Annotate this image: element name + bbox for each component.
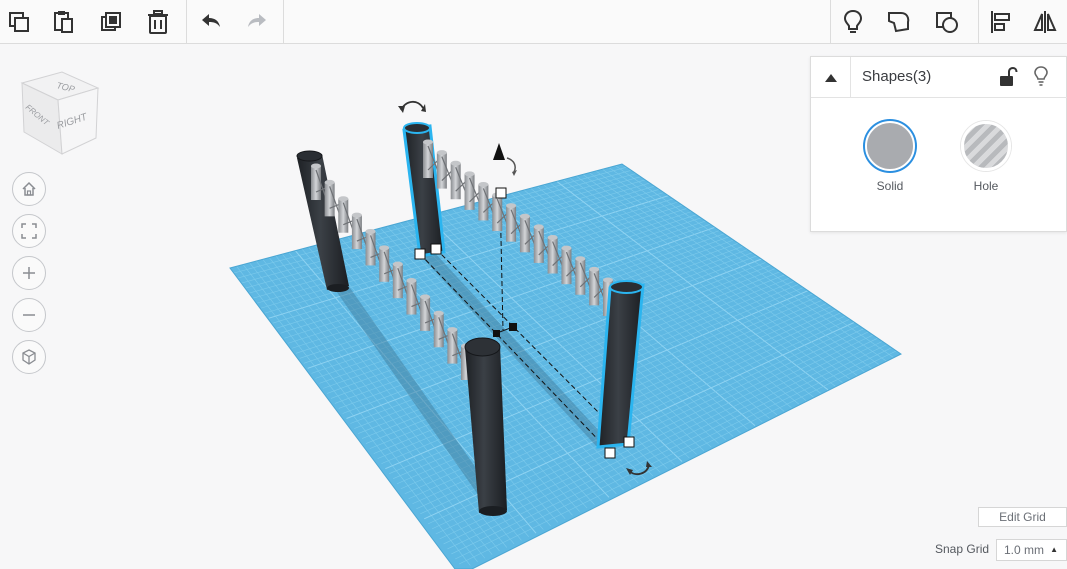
lightbulb-icon xyxy=(843,9,863,33)
align-button[interactable] xyxy=(979,0,1023,44)
lattice-pillar-top xyxy=(603,277,613,283)
lattice-pillar-top xyxy=(338,196,349,202)
lattice-pillar-top xyxy=(392,261,403,267)
zoom-in-button[interactable] xyxy=(12,256,46,290)
center-handle[interactable] xyxy=(493,330,500,337)
duplicate-icon xyxy=(101,12,121,31)
solid-label: Solid xyxy=(876,179,904,193)
lattice-pillar-top xyxy=(311,163,321,169)
lightbulb-icon[interactable] xyxy=(1029,64,1053,88)
shape-panel-title: Shapes(3) xyxy=(862,68,932,85)
copy-icon xyxy=(9,12,29,32)
lattice-pillar-top xyxy=(423,139,433,145)
cube-icon xyxy=(22,349,36,365)
caret-up-icon: ▲ xyxy=(1050,545,1058,554)
mirror-icon xyxy=(1033,11,1057,33)
edit-tools xyxy=(0,0,182,44)
zoom-out-button[interactable] xyxy=(12,298,46,332)
minus-icon xyxy=(23,314,35,316)
snap-grid-select[interactable]: 1.0 mm ▲ xyxy=(996,539,1067,561)
lattice-pillar-top xyxy=(365,228,376,234)
resize-handle[interactable] xyxy=(604,447,616,459)
lattice-pillar-top xyxy=(589,266,600,272)
copy-button[interactable] xyxy=(0,0,38,44)
lattice-pillar-top xyxy=(447,327,458,333)
shape-notes-button[interactable] xyxy=(875,0,923,44)
group-icon xyxy=(936,12,958,33)
perspective-toggle-button[interactable] xyxy=(12,340,46,374)
paste-button[interactable] xyxy=(38,0,88,44)
fit-view-button[interactable] xyxy=(12,214,46,248)
notes-toggle-button[interactable] xyxy=(831,0,875,44)
home-icon xyxy=(22,181,36,196)
lattice-pillar-top xyxy=(420,294,431,300)
lattice-pillar-top xyxy=(575,256,586,262)
rotate-arrow-icon[interactable] xyxy=(398,100,426,113)
paste-icon xyxy=(54,11,73,33)
snap-grid-value: 1.0 mm xyxy=(1004,543,1045,557)
duplicate-button[interactable] xyxy=(88,0,134,44)
lattice-pillar-top xyxy=(406,278,417,284)
toolbar-divider xyxy=(283,0,284,44)
lattice-pillar-top xyxy=(506,203,517,209)
shape-tools xyxy=(831,0,971,44)
lattice-pillar-top xyxy=(519,213,530,219)
hole-option[interactable]: Hole xyxy=(946,121,1026,193)
unlock-icon[interactable] xyxy=(995,65,1019,89)
lattice-pillar-top xyxy=(533,224,544,230)
resize-handle[interactable] xyxy=(623,436,635,448)
center-handle[interactable] xyxy=(509,323,517,331)
fit-to-view-icon xyxy=(21,223,37,239)
view-cube[interactable]: TOP FRONT RIGHT xyxy=(16,66,102,158)
shape-inspector-panel: Shapes(3) Solid Hole xyxy=(810,56,1067,232)
arrange-tools xyxy=(979,0,1067,44)
lattice-pillar-top xyxy=(379,245,390,251)
lattice-pillar-top xyxy=(464,171,475,177)
snap-grid-label: Snap Grid xyxy=(935,542,990,556)
lattice-pillar-top xyxy=(351,212,362,218)
top-toolbar xyxy=(0,0,1067,44)
lattice-pillar-top xyxy=(450,160,461,166)
shape-panel-header: Shapes(3) xyxy=(811,57,1067,98)
collapse-panel-button[interactable] xyxy=(811,57,851,98)
home-view-button[interactable] xyxy=(12,172,46,206)
height-handle[interactable] xyxy=(495,187,507,199)
delete-button[interactable] xyxy=(134,0,182,44)
undo-icon xyxy=(202,14,220,27)
redo-icon xyxy=(248,14,266,27)
hole-label: Hole xyxy=(973,179,999,193)
redo-button[interactable] xyxy=(234,0,280,44)
mirror-button[interactable] xyxy=(1023,0,1067,44)
solid-option[interactable]: Solid xyxy=(850,121,930,193)
lift-arrow-icon[interactable] xyxy=(493,143,517,176)
toolbar-divider xyxy=(186,0,187,44)
shape-notes-icon xyxy=(888,12,910,33)
resize-handle[interactable] xyxy=(430,243,442,255)
lattice-pillar-top xyxy=(561,245,572,251)
undo-button[interactable] xyxy=(188,0,234,44)
hole-swatch[interactable] xyxy=(961,121,1011,171)
lattice-pillar-top xyxy=(433,310,444,316)
lattice-pillar-top xyxy=(436,150,447,156)
lattice-pillar-top xyxy=(478,181,489,187)
app-root: TOP FRONT RIGHT Shapes(3) Solid Hole Edi… xyxy=(0,0,1067,569)
chevron-up-icon xyxy=(824,73,837,82)
edit-grid-button[interactable]: Edit Grid xyxy=(978,507,1067,527)
plus-icon xyxy=(23,267,35,279)
trash-icon xyxy=(148,10,168,34)
resize-handle[interactable] xyxy=(414,248,426,260)
solid-swatch[interactable] xyxy=(865,121,915,171)
history-tools xyxy=(188,0,280,44)
lattice-pillar-top xyxy=(324,179,335,185)
lattice-pillar-top xyxy=(547,235,558,241)
align-icon xyxy=(991,11,1010,33)
group-button[interactable] xyxy=(923,0,971,44)
